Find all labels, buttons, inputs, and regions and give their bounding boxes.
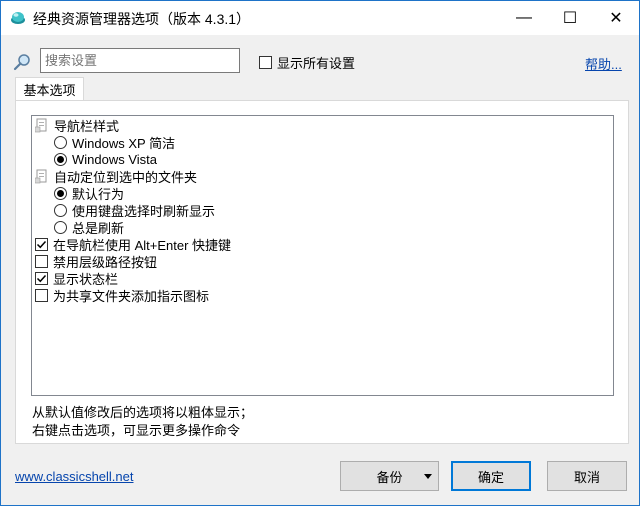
hint-right-click: 右键点击选项，可显示更多操作命令	[32, 423, 241, 438]
radio-selected-dot	[57, 190, 64, 197]
setting-label: Windows XP 简洁	[72, 136, 176, 151]
close-icon: ✕	[609, 10, 623, 27]
ok-button[interactable]: 确定	[451, 461, 531, 491]
ok-button-label: 确定	[477, 469, 504, 485]
radio-selected-dot	[57, 156, 64, 163]
minimize-button[interactable]: —	[501, 1, 547, 35]
window-title: 经典资源管理器选项（版本 4.3.1）	[33, 11, 251, 27]
checkmark-icon	[36, 274, 47, 283]
settings-tree[interactable]: 导航栏样式 Windows XP 简洁 Windows Vista 自动定位到选…	[31, 115, 614, 396]
radio-windows-vista[interactable]: Windows Vista	[54, 151, 157, 168]
radio-button[interactable]	[54, 187, 67, 200]
checkbox-box[interactable]	[35, 289, 48, 302]
radio-refresh-on-keyboard[interactable]: 使用键盘选择时刷新显示	[54, 202, 215, 219]
minimize-icon: —	[516, 9, 532, 26]
settings-group-icon	[35, 169, 47, 184]
checkbox-alt-enter[interactable]: 在导航栏使用 Alt+Enter 快捷键	[35, 236, 231, 253]
cancel-button-label: 取消	[573, 469, 600, 485]
checkbox-box[interactable]	[259, 56, 272, 69]
radio-button[interactable]	[54, 204, 67, 217]
cancel-button[interactable]: 取消	[547, 461, 627, 491]
backup-button[interactable]: 备份	[340, 461, 439, 491]
radio-button[interactable]	[54, 221, 67, 234]
checkbox-box[interactable]	[35, 255, 48, 268]
checkbox-share-overlay[interactable]: 为共享文件夹添加指示图标	[35, 287, 209, 304]
radio-button[interactable]	[54, 153, 67, 166]
settings-group-icon	[35, 118, 47, 133]
tab-label: 基本选项	[23, 83, 76, 98]
setting-label: Windows Vista	[72, 152, 158, 167]
help-link[interactable]: 帮助...	[585, 54, 622, 73]
options-window: 经典资源管理器选项（版本 4.3.1） — ☐ ✕ 显示所有设置 帮助... 基…	[0, 0, 640, 506]
close-button[interactable]: ✕	[593, 1, 639, 35]
maximize-button[interactable]: ☐	[547, 1, 593, 35]
radio-default-behavior[interactable]: 默认行为	[54, 185, 124, 202]
checkbox-box[interactable]	[35, 238, 48, 251]
magnifier-icon	[13, 54, 30, 71]
maximize-icon: ☐	[562, 10, 578, 27]
setting-group-navbar-style[interactable]: 导航栏样式	[35, 117, 119, 134]
checkmark-icon	[36, 240, 47, 249]
setting-group-auto-navigate[interactable]: 自动定位到选中的文件夹	[35, 168, 197, 185]
tab-basic-options[interactable]: 基本选项	[15, 77, 84, 101]
classic-shell-icon	[11, 12, 25, 24]
radio-button[interactable]	[54, 136, 67, 149]
show-all-settings-checkbox[interactable]: 显示所有设置	[259, 53, 355, 72]
backup-button-label: 备份	[376, 469, 403, 485]
checkbox-show-status-bar[interactable]: 显示状态栏	[35, 270, 118, 287]
title-bar[interactable]: 经典资源管理器选项（版本 4.3.1） — ☐ ✕	[1, 1, 639, 35]
website-link[interactable]: www.classicshell.net	[15, 469, 134, 484]
checkbox-disable-breadcrumbs[interactable]: 禁用层级路径按钮	[35, 253, 157, 270]
radio-windows-xp-classic[interactable]: Windows XP 简洁	[54, 134, 175, 151]
radio-always-refresh[interactable]: 总是刷新	[54, 219, 124, 236]
checkbox-box[interactable]	[35, 272, 48, 285]
search-input[interactable]	[40, 48, 240, 73]
setting-label: 为共享文件夹添加指示图标	[53, 289, 210, 304]
hint-bold-modified: 从默认值修改后的选项将以粗体显示；	[32, 405, 254, 420]
dropdown-arrow-icon	[424, 474, 432, 479]
show-all-settings-label: 显示所有设置	[277, 56, 356, 71]
